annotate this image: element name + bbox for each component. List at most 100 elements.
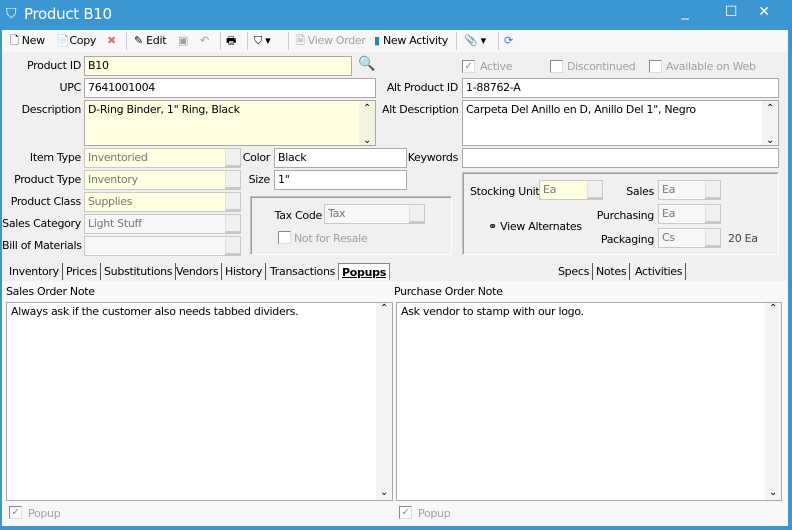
dropdown-button[interactable] — [225, 215, 240, 233]
tag-menu-icon[interactable]: ⛉ ▾ — [254, 33, 271, 49]
sales-order-note-textarea[interactable]: Always ask if the customer also needs ta… — [6, 302, 393, 501]
print-icon[interactable]: 🖶 — [226, 33, 236, 49]
dropdown-button[interactable] — [409, 205, 424, 223]
new-button[interactable]: 🗋 New — [10, 33, 45, 49]
not-for-resale-label: Not for Resale — [294, 232, 368, 245]
attachment-icon[interactable]: 📎 ▾ — [464, 33, 486, 49]
separator — [288, 32, 289, 50]
sales-popup-checkbox[interactable]: ✓ — [9, 506, 22, 519]
size-input[interactable]: 1" — [274, 170, 407, 190]
product-type-select[interactable]: Inventory — [84, 170, 241, 190]
dropdown-button[interactable] — [225, 149, 240, 167]
item-type-select[interactable]: Inventoried — [84, 148, 241, 168]
separator — [247, 32, 248, 50]
alt-product-id-input[interactable]: 1-88762-A — [462, 78, 779, 98]
stocking-unit-label: Stocking Unit — [470, 185, 540, 198]
sales-note-scrollbar[interactable]: ⌃ ⌄ — [376, 303, 392, 500]
dropdown-button[interactable] — [225, 237, 240, 255]
dropdown-button[interactable] — [705, 181, 720, 199]
copy-button[interactable]: 📄Copy — [56, 33, 96, 49]
tax-code-label: Tax Code — [274, 209, 323, 222]
sales-order-note-label: Sales Order Note — [6, 285, 95, 298]
purchase-note-scrollbar[interactable]: ⌃ ⌄ — [765, 303, 781, 500]
available-on-web-checkbox[interactable] — [649, 60, 662, 73]
tab-specs[interactable]: Specs — [555, 263, 594, 280]
tab-popups[interactable]: Popups — [338, 263, 390, 280]
description-textarea[interactable]: D-Ring Binder, 1" Ring, Black ⌃ ⌄ — [84, 100, 376, 146]
not-for-resale-checkbox[interactable] — [278, 231, 291, 244]
available-on-web-label: Available on Web — [666, 60, 756, 73]
activity-icon: ▮ — [374, 34, 380, 47]
sales-unit-select[interactable]: Ea — [658, 180, 721, 200]
bill-of-materials-label: Bill of Materials — [2, 239, 82, 252]
tab-notes[interactable]: Notes — [593, 263, 631, 280]
window-title: Product B10 — [24, 5, 112, 23]
purchase-popup-label: Popup — [418, 507, 451, 520]
edit-button[interactable]: ✎ Edit — [134, 33, 167, 49]
keywords-input[interactable] — [462, 148, 779, 168]
tab-transactions[interactable]: Transactions — [267, 263, 338, 280]
tab-substitutions[interactable]: Substitutions — [101, 263, 177, 280]
color-label: Color — [242, 151, 271, 164]
tax-code-select[interactable]: Tax — [324, 204, 425, 224]
dropdown-button[interactable] — [587, 181, 602, 199]
tag-icon: ⛉ — [6, 6, 17, 22]
purchasing-unit-select[interactable]: Ea — [658, 204, 721, 224]
separator — [220, 32, 221, 50]
description-label: Description — [21, 103, 82, 116]
sales-popup-label: Popup — [28, 507, 61, 520]
discontinued-checkbox[interactable] — [550, 60, 563, 73]
search-icon[interactable]: 🔍 — [358, 56, 375, 72]
new-activity-button[interactable]: ▮ New Activity — [374, 33, 448, 49]
separator — [456, 32, 457, 50]
close-button[interactable]: ✕ — [749, 4, 779, 22]
copy-icon: 📄 — [56, 34, 70, 47]
keywords-label: Keywords — [407, 151, 459, 164]
sales-category-label: Sales Category — [2, 217, 81, 230]
minimize-button[interactable]: _ — [670, 4, 700, 22]
sales-category-select[interactable]: Light Stuff — [84, 214, 241, 234]
dropdown-button[interactable] — [225, 193, 240, 211]
alt-description-scrollbar[interactable]: ⌃ ⌄ — [762, 101, 778, 145]
color-input[interactable]: Black — [274, 148, 407, 168]
title-bar[interactable]: ⛉ Product B10 _ ☐ ✕ — [0, 0, 792, 30]
tab-vendors[interactable]: Vendors — [173, 263, 223, 280]
description-scrollbar[interactable]: ⌃ ⌄ — [359, 101, 375, 145]
dropdown-button[interactable] — [705, 205, 720, 223]
tab-inventory[interactable]: Inventory — [6, 263, 63, 280]
purchase-popup-checkbox[interactable]: ✓ — [399, 506, 412, 519]
active-label: Active — [480, 60, 513, 73]
size-label: Size — [248, 173, 271, 186]
tab-activities[interactable]: Activities — [632, 263, 687, 280]
toolbar: 🗋 New 📄Copy ✖ ✎ Edit ▣ ↶ 🖶 ⛉ ▾ 🗎 View Or… — [2, 30, 788, 52]
dropdown-button[interactable] — [705, 229, 720, 247]
discontinued-label: Discontinued — [567, 60, 636, 73]
new-document-icon: 🗋 — [10, 34, 19, 47]
product-class-select[interactable]: Supplies — [84, 192, 241, 212]
delete-icon[interactable]: ✖ — [107, 33, 116, 49]
separator — [498, 32, 499, 50]
purchase-order-note-textarea[interactable]: Ask vendor to stamp with our logo. ⌃ ⌄ — [396, 302, 782, 501]
dropdown-button[interactable] — [225, 171, 240, 189]
view-alternates-button[interactable]: ⚭ View Alternates — [488, 220, 582, 233]
tab-prices[interactable]: Prices — [63, 263, 101, 280]
save-icon[interactable]: ▣ — [178, 33, 188, 49]
active-checkbox[interactable]: ✓ — [462, 60, 475, 73]
upc-input[interactable]: 7641001004 — [84, 78, 376, 98]
product-type-label: Product Type — [14, 173, 81, 186]
purchasing-unit-label: Purchasing — [596, 209, 655, 222]
stocking-unit-select[interactable]: Ea — [539, 180, 603, 200]
packaging-unit-select[interactable]: Cs — [658, 228, 721, 248]
maximize-button[interactable]: ☐ — [716, 4, 746, 22]
refresh-icon[interactable]: ⟳ — [504, 33, 513, 49]
product-id-label: Product ID — [27, 59, 81, 72]
undo-icon[interactable]: ↶ — [200, 33, 209, 49]
product-id-input[interactable]: B10 — [84, 56, 352, 76]
alt-description-textarea[interactable]: Carpeta Del Anillo en D, Anillo Del 1", … — [462, 100, 779, 146]
window-client: 🗋 New 📄Copy ✖ ✎ Edit ▣ ↶ 🖶 ⛉ ▾ 🗎 View Or… — [2, 30, 788, 526]
popups-panel: Sales Order Note Always ask if the custo… — [2, 281, 788, 526]
tab-history[interactable]: History — [222, 263, 267, 280]
bill-of-materials-select[interactable] — [84, 236, 241, 256]
view-order-button[interactable]: 🗎 View Order — [296, 33, 366, 49]
product-class-label: Product Class — [10, 195, 82, 208]
